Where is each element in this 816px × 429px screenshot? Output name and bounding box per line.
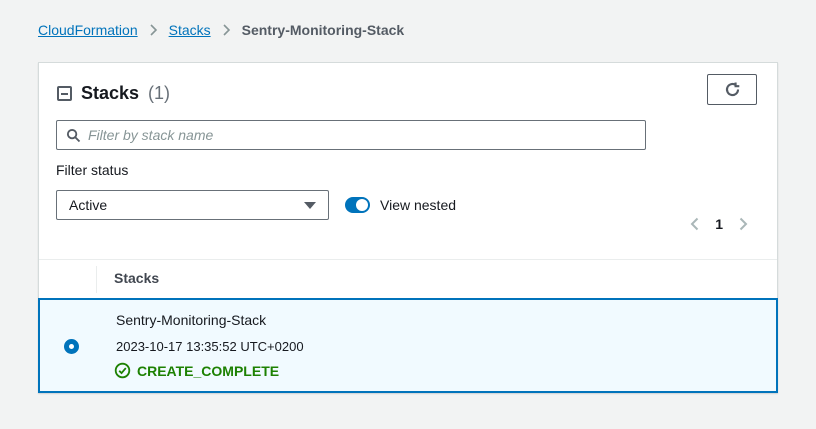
search-input[interactable] xyxy=(88,127,636,143)
breadcrumb-link-stacks[interactable]: Stacks xyxy=(169,22,211,38)
refresh-icon xyxy=(724,81,741,98)
status-text: CREATE_COMPLETE xyxy=(137,363,279,379)
pagination: 1 xyxy=(689,216,749,232)
toggle-knob xyxy=(356,199,368,211)
panel-header: Stacks (1) xyxy=(57,83,170,104)
stacks-panel: Stacks (1) Filter status Active View nes… xyxy=(38,62,778,393)
status-filter-dropdown[interactable]: Active xyxy=(56,190,329,220)
dropdown-selected-value: Active xyxy=(69,197,107,213)
stack-status: CREATE_COMPLETE xyxy=(114,362,279,379)
filter-status-label: Filter status xyxy=(56,162,128,178)
row-radio-selected[interactable] xyxy=(64,339,79,354)
status-success-icon xyxy=(114,362,131,379)
view-nested-label: View nested xyxy=(380,197,456,213)
breadcrumb-link-cloudformation[interactable]: CloudFormation xyxy=(38,22,138,38)
panel-title: Stacks xyxy=(81,83,139,104)
header-column-divider xyxy=(96,266,97,293)
page-number[interactable]: 1 xyxy=(715,216,723,232)
next-page-icon[interactable] xyxy=(738,216,749,232)
breadcrumb-current-page: Sentry-Monitoring-Stack xyxy=(242,22,405,38)
breadcrumb: CloudFormation Stacks Sentry-Monitoring-… xyxy=(38,22,404,38)
refresh-button[interactable] xyxy=(707,74,757,105)
column-header-stacks: Stacks xyxy=(114,270,159,286)
stack-name: Sentry-Monitoring-Stack xyxy=(116,312,266,328)
stack-filter-search[interactable] xyxy=(56,120,646,150)
stack-row-selected[interactable]: Sentry-Monitoring-Stack 2023-10-17 13:35… xyxy=(38,298,778,393)
stack-timestamp: 2023-10-17 13:35:52 UTC+0200 xyxy=(116,339,304,354)
view-nested-toggle[interactable] xyxy=(345,197,370,213)
collapse-icon[interactable] xyxy=(57,86,72,101)
table-header-row: Stacks xyxy=(39,260,777,298)
stack-count: (1) xyxy=(148,83,170,104)
breadcrumb-separator-icon xyxy=(149,23,158,37)
breadcrumb-separator-icon xyxy=(222,23,231,37)
chevron-down-icon xyxy=(304,202,316,209)
search-icon xyxy=(66,128,81,143)
previous-page-icon[interactable] xyxy=(689,216,700,232)
